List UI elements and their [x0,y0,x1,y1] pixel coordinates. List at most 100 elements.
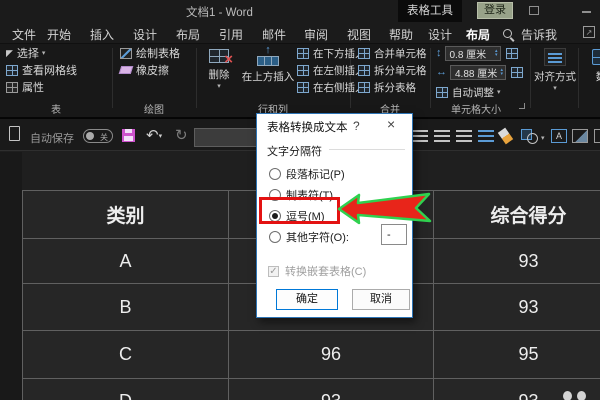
insert-right-icon [297,81,309,93]
split-cells-icon [358,64,370,76]
table-header-cell[interactable]: 类别 [23,191,229,239]
select-button[interactable]: ◤ 选择 ▾ [6,46,46,61]
table-cell[interactable]: 93 [434,239,600,284]
red-callout-arrow [337,192,432,225]
table-cell[interactable]: A [23,239,229,284]
distribute-rows-icon[interactable] [505,47,518,59]
new-document-icon[interactable] [9,126,20,141]
text-box-icon[interactable]: A [551,129,567,143]
line-spacing-icon[interactable] [478,130,494,142]
dialog-launcher-icon[interactable] [519,103,525,109]
chevron-down-icon: ▾ [541,135,545,142]
tab-file[interactable]: 文件 [12,26,36,43]
split-cells-button[interactable]: 拆分单元格 [358,63,427,77]
ok-button[interactable]: 确定 [276,289,338,310]
radio-paragraph-marks[interactable]: 段落标记(P) [269,166,345,182]
tab-references[interactable]: 引用 [219,26,243,43]
justify-icon[interactable] [456,130,472,142]
eraser-button[interactable]: 橡皮擦 [118,63,169,77]
tab-layout[interactable]: 布局 [176,26,200,43]
data-icon [592,49,600,65]
share-icon[interactable]: ↗ [583,26,595,38]
table-cell[interactable]: 96 [229,331,434,379]
align-left-icon[interactable] [412,130,428,142]
table-cell[interactable]: C [23,331,229,379]
restore-window-icon[interactable] [529,6,539,15]
merge-cells-button[interactable]: 合并单元格 [358,46,427,60]
tab-view[interactable]: 视图 [347,26,371,43]
properties-icon [6,81,18,93]
decorative-dots [563,391,586,400]
table-cell[interactable]: B [23,284,229,331]
insert-right-button[interactable]: 在右侧插入 [297,80,366,94]
ribbon: ◤ 选择▾ 查看网格线 属性 表 绘制表格 橡皮擦 绘图 删除 ▾ ↑ 在上方插… [0,44,600,118]
view-gridlines-button[interactable]: 查看网格线 [6,63,77,77]
autofit-button[interactable]: 自动调整 ▾ [436,85,501,99]
tell-me-label[interactable]: 告诉我 [521,26,557,43]
format-painter-icon[interactable] [497,127,514,145]
separator-group-label: 文字分隔符 [267,146,322,158]
pencil-icon [120,47,132,59]
insert-above-button[interactable]: ↑ 在上方插入 [241,45,295,84]
table-cell[interactable]: D [23,379,229,400]
undo-icon[interactable]: ↶▾ [146,126,162,144]
convert-nested-tables-checkbox[interactable]: ✓ 转换嵌套表格(C) [268,263,366,279]
table-cell[interactable]: 93 [229,379,434,400]
group-label-cell-size: 单元格大小 [451,105,501,116]
draw-table-button[interactable]: 绘制表格 [120,46,180,60]
spinner-arrows-icon[interactable]: ▴ ▾ [495,49,498,58]
gridlines-icon [6,64,18,76]
dialog-help-button[interactable]: ? [353,119,360,133]
data-button[interactable]: 数 [581,46,600,84]
ribbon-tab-bar: 文件 开始 插入 设计 布局 引用 邮件 审阅 视图 帮助 设计 布局 告诉我 … [0,22,600,48]
chevron-down-icon: ▾ [553,85,557,92]
group-divider [430,48,431,108]
insert-below-button[interactable]: 在下方插入 [297,46,366,60]
split-table-button[interactable]: 拆分表格 [358,80,416,94]
distribute-cols-icon[interactable] [511,66,523,78]
table-cell[interactable]: 93 [434,284,600,331]
alignment-button[interactable]: 对齐方式 ▾ [533,46,577,92]
width-icon: ↔ [436,66,447,78]
radio-other[interactable]: 其他字符(O): [269,229,349,245]
autosave-toggle[interactable]: 关 [83,129,113,143]
clipped-toolbar-icon[interactable] [594,129,600,143]
tab-mailings[interactable]: 邮件 [262,26,286,43]
tab-review[interactable]: 审阅 [304,26,328,43]
group-divider [530,48,531,108]
cursor-icon: ◤ [6,47,13,58]
spinner-arrows-icon[interactable]: ▴ ▾ [500,68,503,77]
group-divider [578,48,579,108]
tab-insert[interactable]: 插入 [90,26,114,43]
tab-help[interactable]: 帮助 [389,26,413,43]
minimize-icon[interactable] [582,11,591,13]
table-header-cell[interactable]: 综合得分 [434,191,600,239]
cancel-button[interactable]: 取消 [352,289,410,310]
red-highlight-rectangle [259,197,340,224]
tab-design[interactable]: 设计 [133,26,157,43]
dialog-close-button[interactable]: × [387,116,395,132]
group-label-draw: 绘图 [144,105,164,116]
align-center-icon[interactable] [434,130,450,142]
shapes-icon[interactable] [521,129,538,144]
groupbox-line [329,149,405,150]
col-width-spinner[interactable]: ↔ 4.88 厘米 ▴ ▾ [436,64,527,80]
picture-icon[interactable] [572,129,588,143]
autosave-label: 自动保存 [30,133,74,145]
chevron-down-icon: ▾ [217,83,221,90]
insert-left-button[interactable]: 在左侧插入 [297,63,366,77]
save-icon[interactable] [122,129,135,142]
style-combo-box[interactable] [194,128,264,147]
properties-button[interactable]: 属性 [6,80,44,94]
page-margin [0,152,22,400]
sign-in-button[interactable]: 登录 [477,2,513,19]
search-icon[interactable] [503,29,512,38]
chevron-down-icon: ▾ [41,50,46,57]
redo-icon[interactable]: ↻ [175,126,188,144]
table-cell[interactable]: 95 [434,331,600,379]
delete-button[interactable]: 删除 ▾ [199,46,239,90]
height-icon: ↕ [436,47,442,59]
tab-table-design[interactable]: 设计 [428,26,452,43]
tab-home[interactable]: 开始 [47,26,71,43]
row-height-spinner[interactable]: ↕ 0.8 厘米 ▴ ▾ [436,45,522,61]
